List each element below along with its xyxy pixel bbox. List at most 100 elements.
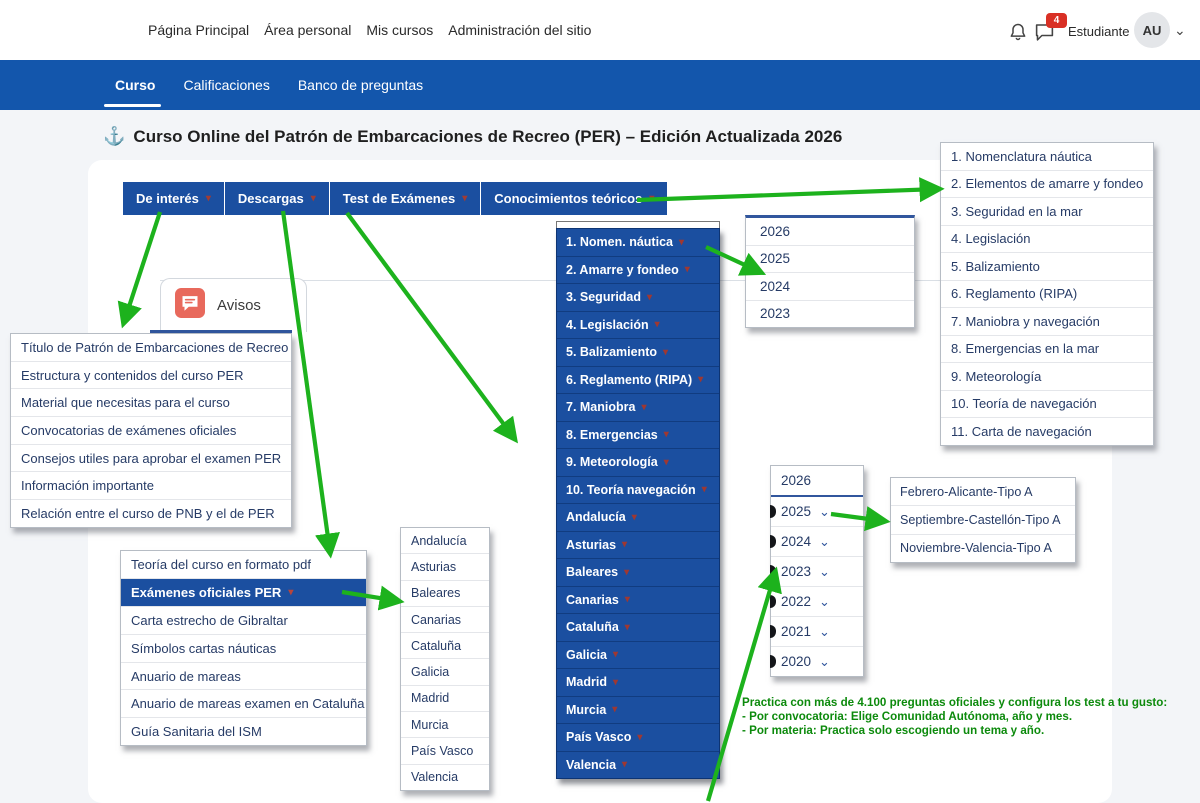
menu-item[interactable]: 1. Nomen. náutica▾ — [557, 229, 719, 257]
practice-note: Practica con más de 4.100 preguntas ofic… — [742, 696, 1167, 738]
bullet-halfmoon — [770, 565, 776, 578]
menu-item[interactable]: 3. Seguridad▾ — [557, 284, 719, 312]
menu-item[interactable]: 4. Legislación▾ — [557, 312, 719, 340]
menu-item[interactable]: 2. Elementos de amarre y fondeo — [941, 171, 1153, 199]
nav-area-personal[interactable]: Área personal — [264, 22, 351, 38]
menu-item[interactable]: 7. Maniobra▾ — [557, 394, 719, 422]
menu-item[interactable]: 2. Amarre y fondeo▾ — [557, 257, 719, 285]
menu-item[interactable]: Andalucía — [401, 528, 489, 554]
menu-item[interactable]: 10. Teoría de navegación — [941, 391, 1153, 419]
menu-item[interactable]: 8. Emergencias en la mar — [941, 336, 1153, 364]
tab-banco-preguntas[interactable]: Banco de preguntas — [298, 77, 423, 93]
menu-item[interactable]: Guía Sanitaria del ISM — [121, 718, 366, 745]
menu-item[interactable]: Teoría del curso en formato pdf — [121, 551, 366, 579]
menu-item[interactable]: 8. Emergencias▾ — [557, 422, 719, 450]
menu-item[interactable]: Baleares▾ — [557, 559, 719, 587]
course-tabs: Curso Calificaciones Banco de preguntas — [115, 60, 423, 110]
menu-item-year[interactable]: 2024⌄ — [771, 527, 863, 557]
tab-curso[interactable]: Curso — [115, 77, 155, 93]
menu-item-year[interactable]: 2026 — [746, 218, 914, 246]
menu-item[interactable]: Cataluña▾ — [557, 614, 719, 642]
menu-item[interactable]: 5. Balizamiento▾ — [557, 339, 719, 367]
menu-item-year[interactable]: 2024 — [746, 273, 914, 301]
nav-pagina-principal[interactable]: Página Principal — [148, 22, 249, 38]
menu-item-label: 4. Legislación — [566, 318, 649, 332]
menu-item[interactable]: 10. Teoría navegación▾ — [557, 477, 719, 505]
menu-item-year[interactable]: 2026 — [771, 466, 863, 497]
menu-item[interactable]: Convocatorias de exámenes oficiales — [11, 417, 291, 445]
menu-item[interactable]: Valencia▾ — [557, 752, 719, 779]
menu-item[interactable]: Murcia▾ — [557, 697, 719, 725]
menu-item-year[interactable]: 2025 — [746, 246, 914, 274]
menu-item-examenes-oficiales-per[interactable]: Exámenes oficiales PER ▾ — [121, 579, 366, 607]
user-menu-chevron-down-icon[interactable]: ⌄ — [1174, 22, 1186, 39]
menu-item-year[interactable]: 2020⌄ — [771, 647, 863, 676]
menu-item[interactable]: Noviembre-Valencia-Tipo A — [891, 535, 1075, 562]
menu-item[interactable]: Galicia — [401, 659, 489, 685]
menu-item[interactable]: Información importante — [11, 472, 291, 500]
menu-item-label: Cataluña — [566, 620, 619, 634]
menu-item[interactable]: Baleares — [401, 581, 489, 607]
menu-item-year[interactable]: 2025⌄ — [771, 497, 863, 527]
nav-administracion[interactable]: Administración del sitio — [448, 22, 591, 38]
menu-item[interactable]: 9. Meteorología — [941, 363, 1153, 391]
tab-calificaciones[interactable]: Calificaciones — [183, 77, 269, 93]
menubar-item-descargas[interactable]: Descargas ▾ — [225, 182, 329, 215]
menu-item-label: 8. Emergencias — [566, 428, 658, 442]
caret-down-icon: ▾ — [311, 193, 316, 204]
menu-item-label: 1. Nomen. náutica — [566, 235, 673, 249]
menu-item[interactable]: Asturias — [401, 554, 489, 580]
menu-item[interactable]: Canarias▾ — [557, 587, 719, 615]
menu-item[interactable]: Estructura y contenidos del curso PER — [11, 362, 291, 390]
menubar-item-conocimientos-teoricos[interactable]: Conocimientos teóricos ▾ — [481, 182, 667, 215]
menu-item[interactable]: Consejos utiles para aprobar el examen P… — [11, 445, 291, 473]
menu-item[interactable]: 5. Balizamiento — [941, 253, 1153, 281]
descargas-dropdown: Teoría del curso en formato pdf Exámenes… — [120, 550, 367, 746]
menu-item[interactable]: Septiembre-Castellón-Tipo A — [891, 506, 1075, 534]
menu-item[interactable]: Galicia▾ — [557, 642, 719, 670]
menu-item[interactable]: Febrero-Alicante-Tipo A — [891, 478, 1075, 506]
menu-item[interactable]: Anuario de mareas — [121, 663, 366, 691]
menubar-item-test-de-examenes[interactable]: Test de Exámenes ▾ — [330, 182, 481, 215]
menu-item[interactable]: Asturias▾ — [557, 532, 719, 560]
menu-item[interactable]: Andalucía▾ — [557, 504, 719, 532]
avatar[interactable]: AU — [1134, 12, 1170, 48]
page-title: ⚓ Curso Online del Patrón de Embarcacion… — [103, 126, 842, 147]
menu-item[interactable]: País Vasco▾ — [557, 724, 719, 752]
menu-item[interactable]: 7. Maniobra y navegación — [941, 308, 1153, 336]
menu-item[interactable]: Material que necesitas para el curso — [11, 389, 291, 417]
menu-item[interactable]: Valencia — [401, 765, 489, 790]
menu-item-year[interactable]: 2023⌄ — [771, 557, 863, 587]
menu-item[interactable]: 4. Legislación — [941, 226, 1153, 254]
menu-item[interactable]: Título de Patrón de Embarcaciones de Rec… — [11, 334, 291, 362]
menu-item[interactable]: Símbolos cartas náuticas — [121, 635, 366, 663]
menu-item[interactable]: Anuario de mareas examen en Cataluña — [121, 690, 366, 718]
menu-item[interactable]: Canarias — [401, 607, 489, 633]
caret-down-icon: ▾ — [622, 539, 627, 550]
menu-item[interactable]: Cataluña — [401, 633, 489, 659]
menu-item[interactable]: Madrid▾ — [557, 669, 719, 697]
menu-item-year[interactable]: 2021⌄ — [771, 617, 863, 647]
years-expandable-dropdown: 2026 2025⌄ 2024⌄ 2023⌄ 2022⌄ 2021⌄ 2020⌄ — [770, 465, 864, 677]
bullet-halfmoon — [770, 625, 776, 638]
menu-item[interactable]: Relación entre el curso de PNB y el de P… — [11, 500, 291, 527]
menu-item-year[interactable]: 2022⌄ — [771, 587, 863, 617]
menu-item-label: 3. Seguridad — [566, 290, 641, 304]
menubar-item-de-interes[interactable]: De interés ▾ — [123, 182, 224, 215]
caret-down-icon: ▾ — [632, 512, 637, 523]
menu-item[interactable]: Madrid — [401, 686, 489, 712]
menu-item[interactable]: 6. Reglamento (RIPA) — [941, 281, 1153, 309]
notifications-bell-icon[interactable] — [1006, 20, 1030, 44]
menu-item[interactable]: País Vasco — [401, 738, 489, 764]
menu-item[interactable]: 1. Nomenclatura náutica — [941, 143, 1153, 171]
menu-item[interactable]: 3. Seguridad en la mar — [941, 198, 1153, 226]
activity-avisos[interactable]: Avisos — [160, 278, 307, 332]
menu-item[interactable]: 11. Carta de navegación — [941, 418, 1153, 445]
menu-item[interactable]: Murcia — [401, 712, 489, 738]
menu-item-year[interactable]: 2023 — [746, 301, 914, 328]
nav-mis-cursos[interactable]: Mis cursos — [366, 22, 433, 38]
menu-item[interactable]: Carta estrecho de Gibraltar — [121, 607, 366, 635]
menu-item[interactable]: 6. Reglamento (RIPA)▾ — [557, 367, 719, 395]
chevron-down-icon: ⌄ — [819, 564, 830, 580]
menu-item[interactable]: 9. Meteorología▾ — [557, 449, 719, 477]
